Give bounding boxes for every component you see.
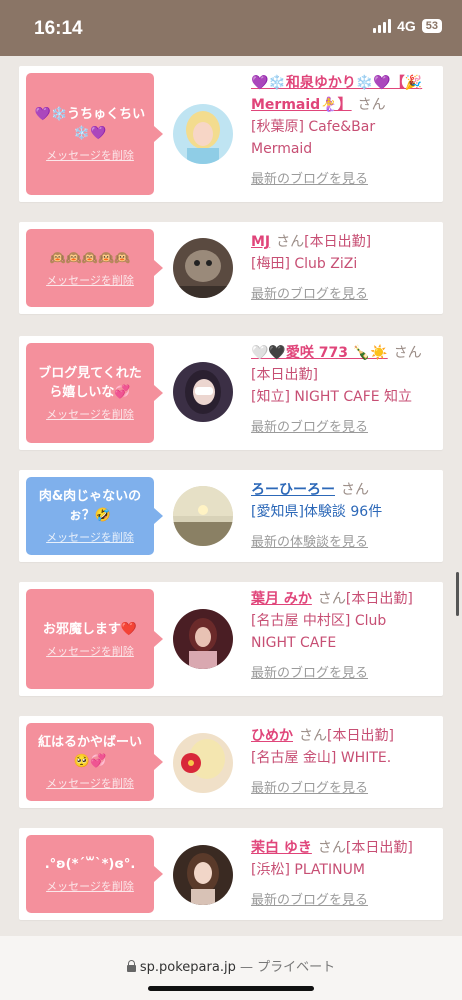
message-card: 肉&肉じゃないのぉ？🤣 メッセージを削除 ろーひーろー さん [愛知県]体験談 9… [19,470,443,562]
shop-name: [知立] NIGHT CAFE 知立 [251,389,413,405]
scrollbar[interactable] [456,572,459,616]
message-text: 紅はるかやばーい🥺💞 [37,735,142,769]
latest-review-link[interactable]: 最新の体験談を見る [251,535,368,550]
delete-message-link[interactable]: メッセージを削除 [46,645,134,659]
honorific: さん [341,482,369,498]
shop-name: [名古屋 金山] WHITE. [251,750,392,766]
signal-icon [373,19,392,33]
message-bubble: .°ʚ(*´꒳`*)ɞ°. メッセージを削除 [26,835,163,913]
status-time: 16:14 [34,18,83,39]
sender-name[interactable]: 🤍🖤愛咲 773 🍾☀️ [251,345,388,361]
honorific: さん [393,345,422,361]
delete-message-link[interactable]: メッセージを削除 [46,149,134,163]
message-text: 💜❄️うちゅくちい❄️💜 [34,107,146,141]
shop-name: [梅田] Club ZiZi [251,256,358,272]
work-status: [本日出勤] [251,367,318,383]
message-text: ブログ見てくれたら嬉しいな💞 [38,366,142,400]
url-bar[interactable]: sp.pokepara.jp — プライベート [0,936,462,1000]
message-card: お邪魔します❤️ メッセージを削除 葉月 みか さん[本日出勤] [名古屋 中村区… [19,582,443,696]
delete-message-link[interactable]: メッセージを削除 [46,274,134,288]
network-type: 4G [397,18,416,34]
sender-name[interactable]: 💜❄️和泉ゆかり❄️💜【🎉Mermaid🧜‍♀️】 [251,75,422,113]
delete-message-link[interactable]: メッセージを削除 [46,408,134,422]
blonde-woman-avatar[interactable] [173,104,233,164]
lock-icon [126,960,136,972]
work-status: [本日出勤] [327,728,394,744]
message-bubble: 紅はるかやばーい🥺💞 メッセージを削除 [26,723,163,801]
message-bubble: 🙉🙉🙉🙉🙉 メッセージを削除 [26,229,163,307]
message-text: 🙉🙉🙉🙉🙉 [49,250,131,266]
private-label: — プライベート [239,960,336,975]
message-card: 紅はるかやばーい🥺💞 メッセージを削除 ひめか さん[本日出勤] [名古屋 金山]… [19,716,443,808]
latest-blog-link[interactable]: 最新のブログを見る [251,172,368,187]
hibiscus-avatar[interactable] [173,733,233,793]
shop-name: [名古屋 中村区] Club NIGHT CAFE [251,613,387,651]
sunset-avatar[interactable] [173,486,233,546]
sender-name[interactable]: ろーひーろー [251,482,335,498]
home-indicator[interactable] [148,986,314,991]
message-text: 肉&肉じゃないのぉ？🤣 [38,489,142,523]
message-list[interactable]: 💜❄️うちゅくちい❄️💜 メッセージを削除 💜❄️和泉ゆかり❄️💜【🎉Merma… [0,56,462,936]
message-text: .°ʚ(*´꒳`*)ɞ°. [44,856,136,872]
latest-blog-link[interactable]: 最新のブログを見る [251,893,368,908]
latest-blog-link[interactable]: 最新のブログを見る [251,781,368,796]
sender-name[interactable]: 茉白 ゆき [251,840,312,856]
shop-name: [愛知県]体験談 96件 [251,504,383,520]
latest-blog-link[interactable]: 最新のブログを見る [251,666,368,681]
work-status: [本日出勤] [345,591,413,607]
url-domain: sp.pokepara.jp [139,960,236,975]
woman-avatar[interactable] [173,609,233,669]
message-bubble: 💜❄️うちゅくちい❄️💜 メッセージを削除 [26,73,163,195]
latest-blog-link[interactable]: 最新のブログを見る [251,287,368,302]
shop-name: [秋葉原] Cafe&Bar Mermaid [251,119,376,157]
message-card: 💜❄️うちゅくちい❄️💜 メッセージを削除 💜❄️和泉ゆかり❄️💜【🎉Merma… [19,66,443,202]
honorific: さん [299,728,327,744]
work-status: [本日出勤] [345,840,413,856]
work-status: [本日出勤] [304,234,372,250]
woman-avatar[interactable] [173,362,233,422]
honorific: さん [357,97,386,113]
message-card: ブログ見てくれたら嬉しいな💞 メッセージを削除 🤍🖤愛咲 773 🍾☀️ さん [本… [19,336,443,450]
message-bubble: 肉&肉じゃないのぉ？🤣 メッセージを削除 [26,477,163,555]
creature-avatar[interactable] [173,238,233,298]
delete-message-link[interactable]: メッセージを削除 [46,531,134,545]
delete-message-link[interactable]: メッセージを削除 [46,777,134,791]
sender-name[interactable]: 葉月 みか [251,591,312,607]
shop-name: [浜松] PLATINUM [251,862,365,878]
delete-message-link[interactable]: メッセージを削除 [46,880,134,894]
message-bubble: お邪魔します❤️ メッセージを削除 [26,589,163,689]
honorific: さん [317,840,346,856]
woman-avatar[interactable] [173,845,233,905]
message-card: 🙉🙉🙉🙉🙉 メッセージを削除 MJ さん[本日出勤] [梅田] Club ZiZi… [19,222,443,314]
honorific: さん [317,591,346,607]
battery-icon: 53 [421,19,442,33]
sender-name[interactable]: ひめか [251,728,293,744]
status-bar: 16:14 4G 53 [0,0,462,56]
honorific: さん [276,234,305,250]
sender-name[interactable]: MJ [251,234,270,250]
latest-blog-link[interactable]: 最新のブログを見る [251,420,368,435]
message-text: お邪魔します❤️ [42,621,138,637]
message-bubble: ブログ見てくれたら嬉しいな💞 メッセージを削除 [26,343,163,443]
message-card: .°ʚ(*´꒳`*)ɞ°. メッセージを削除 茉白 ゆき さん[本日出勤] [浜松… [19,828,443,920]
